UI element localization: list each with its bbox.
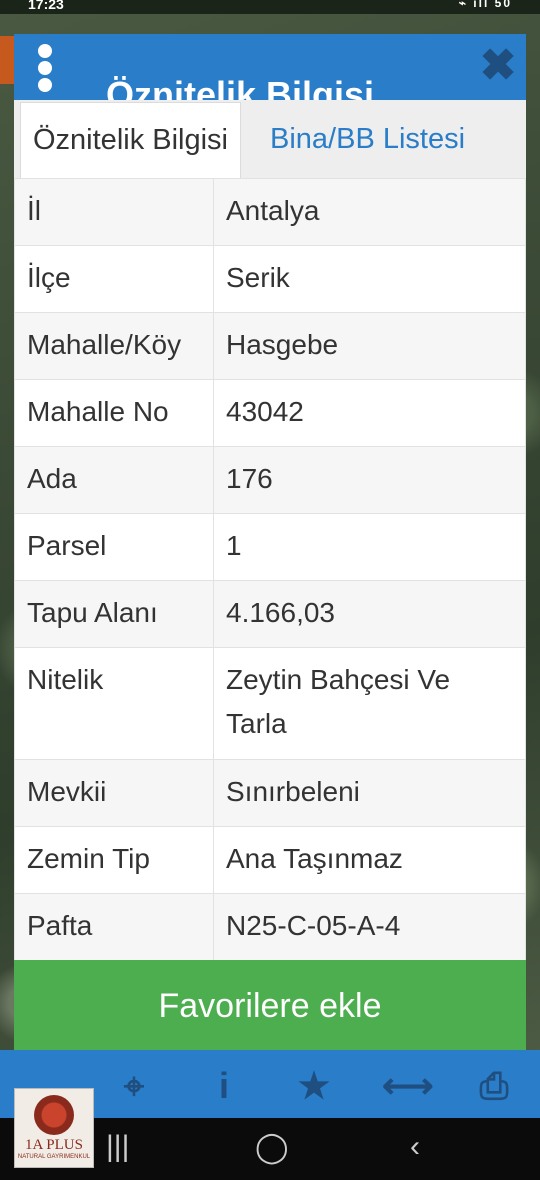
table-row: Mevkii Sınırbeleni (14, 759, 526, 827)
table-row: Parsel 1 (14, 513, 526, 581)
back-button[interactable]: ‹ (410, 1130, 420, 1164)
close-icon[interactable]: ✖ (478, 44, 518, 88)
table-row: İlçe Serik (14, 245, 526, 313)
attr-value: Hasgebe (213, 312, 526, 380)
status-time: 17:23 (28, 0, 64, 12)
attr-value: Antalya (213, 178, 526, 246)
attr-key: Mahalle No (14, 379, 214, 447)
attr-key: Zemin Tip (14, 826, 214, 894)
brand-logo: 1A PLUS NATURAL GAYRIMENKUL (14, 1088, 94, 1168)
table-row: Pafta N25-C-05-A-4 (14, 893, 526, 961)
attr-key: İl (14, 178, 214, 246)
home-button[interactable]: ◯ (255, 1130, 289, 1165)
table-row: İl Antalya (14, 178, 526, 246)
attr-value: 4.166,03 (213, 580, 526, 648)
star-icon[interactable]: ★ (292, 1064, 336, 1108)
tab-bina-bb-listesi[interactable]: Bina/BB Listesi (258, 102, 477, 178)
attr-value: Ana Taşınmaz (213, 826, 526, 894)
table-row: Mahalle/Köy Hasgebe (14, 312, 526, 380)
attr-value: 176 (213, 446, 526, 514)
attr-key: Pafta (14, 893, 214, 961)
info-icon[interactable]: i (202, 1064, 246, 1108)
attribute-table: İl Antalya İlçe Serik Mahalle/Köy Hasgeb… (14, 178, 526, 961)
attr-key: Mahalle/Köy (14, 312, 214, 380)
attr-key: Mevkii (14, 759, 214, 827)
table-row: Zemin Tip Ana Taşınmaz (14, 826, 526, 894)
kebab-menu-icon[interactable] (36, 44, 54, 92)
table-row: Tapu Alanı 4.166,03 (14, 580, 526, 648)
attr-value: Zeytin Bahçesi Ve Tarla (213, 647, 526, 760)
crosshair-icon[interactable]: ⌖ (112, 1064, 156, 1108)
logo-text: 1A PLUS (25, 1137, 83, 1153)
status-icons: ⌁ ıll 50 (458, 0, 512, 10)
logo-subtext: NATURAL GAYRIMENKUL (17, 1154, 91, 1160)
attr-value: Sınırbeleni (213, 759, 526, 827)
attr-value: Serik (213, 245, 526, 313)
table-row: Mahalle No 43042 (14, 379, 526, 447)
attr-key: Tapu Alanı (14, 580, 214, 648)
attr-value: 1 (213, 513, 526, 581)
attribute-dialog: Öznitelik Bilgisi ✖ Öznitelik Bilgisi Bi… (14, 34, 526, 1050)
measure-icon[interactable]: ⟷ (382, 1064, 434, 1108)
dialog-title: Öznitelik Bilgisi (106, 74, 375, 100)
table-row: Ada 176 (14, 446, 526, 514)
table-row: Nitelik Zeytin Bahçesi Ve Tarla (14, 647, 526, 760)
lion-logo-icon (34, 1095, 74, 1135)
attr-value: 43042 (213, 379, 526, 447)
attr-value: N25-C-05-A-4 (213, 893, 526, 961)
attr-key: Ada (14, 446, 214, 514)
add-to-favorites-button[interactable]: Favorilere ekle (14, 960, 526, 1050)
map-side-tab[interactable] (0, 36, 14, 84)
status-bar: 17:23 ⌁ ıll 50 (0, 0, 540, 14)
recent-apps-button[interactable]: ||| (106, 1130, 129, 1164)
tab-oznitelik-bilgisi[interactable]: Öznitelik Bilgisi (20, 102, 241, 180)
attr-key: Nitelik (14, 647, 214, 760)
attr-key: Parsel (14, 513, 214, 581)
tab-bar: Öznitelik Bilgisi Bina/BB Listesi (14, 100, 526, 180)
attr-key: İlçe (14, 245, 214, 313)
dialog-header: Öznitelik Bilgisi ✖ (14, 34, 526, 100)
print-icon[interactable]: ⎙ (472, 1064, 516, 1108)
